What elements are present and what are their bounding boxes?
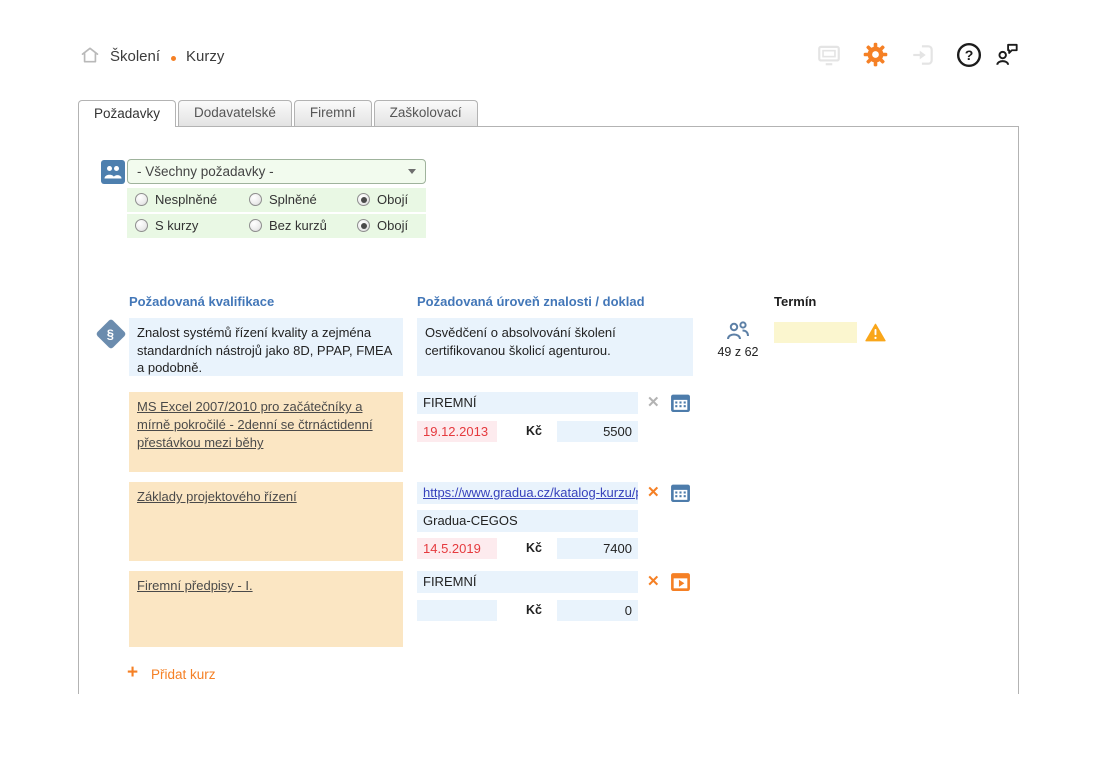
attendance-count: 49 z 62 — [709, 345, 767, 359]
calendar-icon[interactable] — [670, 392, 691, 418]
requirement-qualification-cell[interactable]: Znalost systémů řízení kvality a zejména… — [129, 318, 403, 376]
course-url-link[interactable]: https://www.gradua.cz/katalog-kurzu/p — [423, 485, 638, 500]
remove-course-icon[interactable]: ✕ — [647, 485, 660, 501]
radio-splnene[interactable]: Splněné — [249, 192, 317, 207]
course-date-field[interactable]: 19.12.2013 — [417, 421, 497, 442]
course-price-field[interactable]: 5500 — [557, 421, 638, 442]
column-header-level: Požadovaná úroveň znalosti / doklad — [417, 294, 645, 309]
course-title-link[interactable]: MS Excel 2007/2010 pro začátečníky a mír… — [137, 399, 373, 450]
breadcrumb-section[interactable]: Školení — [110, 48, 160, 65]
requirements-filter-dropdown[interactable]: - Všechny požadavky - — [127, 159, 426, 184]
fulfillment-radio-row: Nesplněné Splněné Obojí — [127, 188, 426, 212]
radio-label: Obojí — [377, 218, 408, 233]
add-course-button[interactable]: Přidat kurz — [151, 667, 216, 682]
settings-gear-icon[interactable] — [862, 41, 888, 67]
radio-label: S kurzy — [155, 218, 198, 233]
course-url-field[interactable]: https://www.gradua.cz/katalog-kurzu/p — [417, 482, 638, 504]
calendar-play-icon[interactable] — [670, 571, 691, 597]
attendance-people-icon — [723, 319, 753, 348]
course-price-field[interactable]: 0 — [557, 600, 638, 621]
radio-oboji-courses[interactable]: Obojí — [357, 218, 408, 233]
radio-label: Bez kurzů — [269, 218, 327, 233]
calendar-icon[interactable] — [670, 482, 691, 508]
breadcrumb-page: Kurzy — [186, 48, 224, 65]
column-header-qualification: Požadovaná kvalifikace — [129, 294, 274, 309]
radio-s-kurzy[interactable]: S kurzy — [135, 218, 198, 233]
tab-firemni[interactable]: Firemní — [294, 100, 372, 126]
tab-dodavatelske[interactable]: Dodavatelské — [178, 100, 292, 126]
section-glyph: § — [107, 326, 114, 341]
requirement-document-cell[interactable]: Osvědčení o absolvování školení certifik… — [417, 318, 693, 376]
radio-circle-selected[interactable] — [357, 193, 370, 206]
radio-label: Nesplněné — [155, 192, 217, 207]
term-input[interactable] — [774, 322, 857, 343]
tab-pozadavky[interactable]: Požadavky — [78, 100, 176, 127]
radio-label: Splněné — [269, 192, 317, 207]
radio-circle[interactable] — [249, 193, 262, 206]
radio-circle-selected[interactable] — [357, 219, 370, 232]
course-supplier-field[interactable]: Gradua-CEGOS — [417, 510, 638, 532]
radio-circle[interactable] — [249, 219, 262, 232]
currency-label: Kč — [526, 424, 542, 438]
requirements-filter-value: - Všechny požadavky - — [137, 164, 274, 179]
help-glyph: ? — [965, 47, 974, 63]
chevron-down-icon — [408, 169, 416, 174]
radio-circle[interactable] — [135, 219, 148, 232]
column-header-term: Termín — [774, 294, 816, 309]
add-course-plus-icon[interactable]: + — [127, 665, 138, 681]
monitor-icon[interactable] — [816, 42, 842, 68]
radio-bez-kurzu[interactable]: Bez kurzů — [249, 218, 327, 233]
warning-icon — [865, 323, 886, 347]
content-panel: - Všechny požadavky - Nesplněné Splněné … — [78, 126, 1019, 694]
course-title-link[interactable]: Firemní předpisy - I. — [137, 578, 253, 593]
currency-label: Kč — [526, 541, 542, 555]
radio-label: Obojí — [377, 192, 408, 207]
course-price-field[interactable]: 7400 — [557, 538, 638, 559]
course-title-link[interactable]: Základy projektového řízení — [137, 489, 297, 504]
courses-radio-row: S kurzy Bez kurzů Obojí — [127, 214, 426, 238]
tab-bar: Požadavky Dodavatelské Firemní Zaškolova… — [78, 100, 478, 127]
course-date-field[interactable] — [417, 600, 497, 621]
import-icon[interactable] — [910, 42, 936, 68]
course-cell: Firemní předpisy - I. — [129, 571, 403, 647]
radio-nesplnene[interactable]: Nesplněné — [135, 192, 217, 207]
radio-oboji-fulfillment[interactable]: Obojí — [357, 192, 408, 207]
course-cell: MS Excel 2007/2010 pro začátečníky a mír… — [129, 392, 403, 472]
radio-circle[interactable] — [135, 193, 148, 206]
page: Školení Kurzy — [0, 0, 1100, 760]
help-icon[interactable]: ? — [956, 42, 982, 68]
group-people-icon — [101, 160, 125, 184]
remove-course-icon[interactable]: ✕ — [647, 574, 660, 590]
currency-label: Kč — [526, 603, 542, 617]
breadcrumb-separator-dot — [171, 56, 176, 61]
course-supplier-field[interactable]: FIREMNÍ — [417, 392, 638, 414]
section-paragraph-icon: § — [100, 323, 122, 345]
course-date-field[interactable]: 14.5.2019 — [417, 538, 497, 559]
remove-course-icon[interactable]: ✕ — [647, 395, 660, 411]
course-cell: Základy projektového řízení — [129, 482, 403, 561]
course-supplier-field[interactable]: FIREMNÍ — [417, 571, 638, 593]
tab-zaskolovaci[interactable]: Zaškolovací — [374, 100, 478, 126]
home-icon[interactable] — [80, 45, 100, 65]
feedback-person-icon[interactable] — [993, 40, 1019, 66]
